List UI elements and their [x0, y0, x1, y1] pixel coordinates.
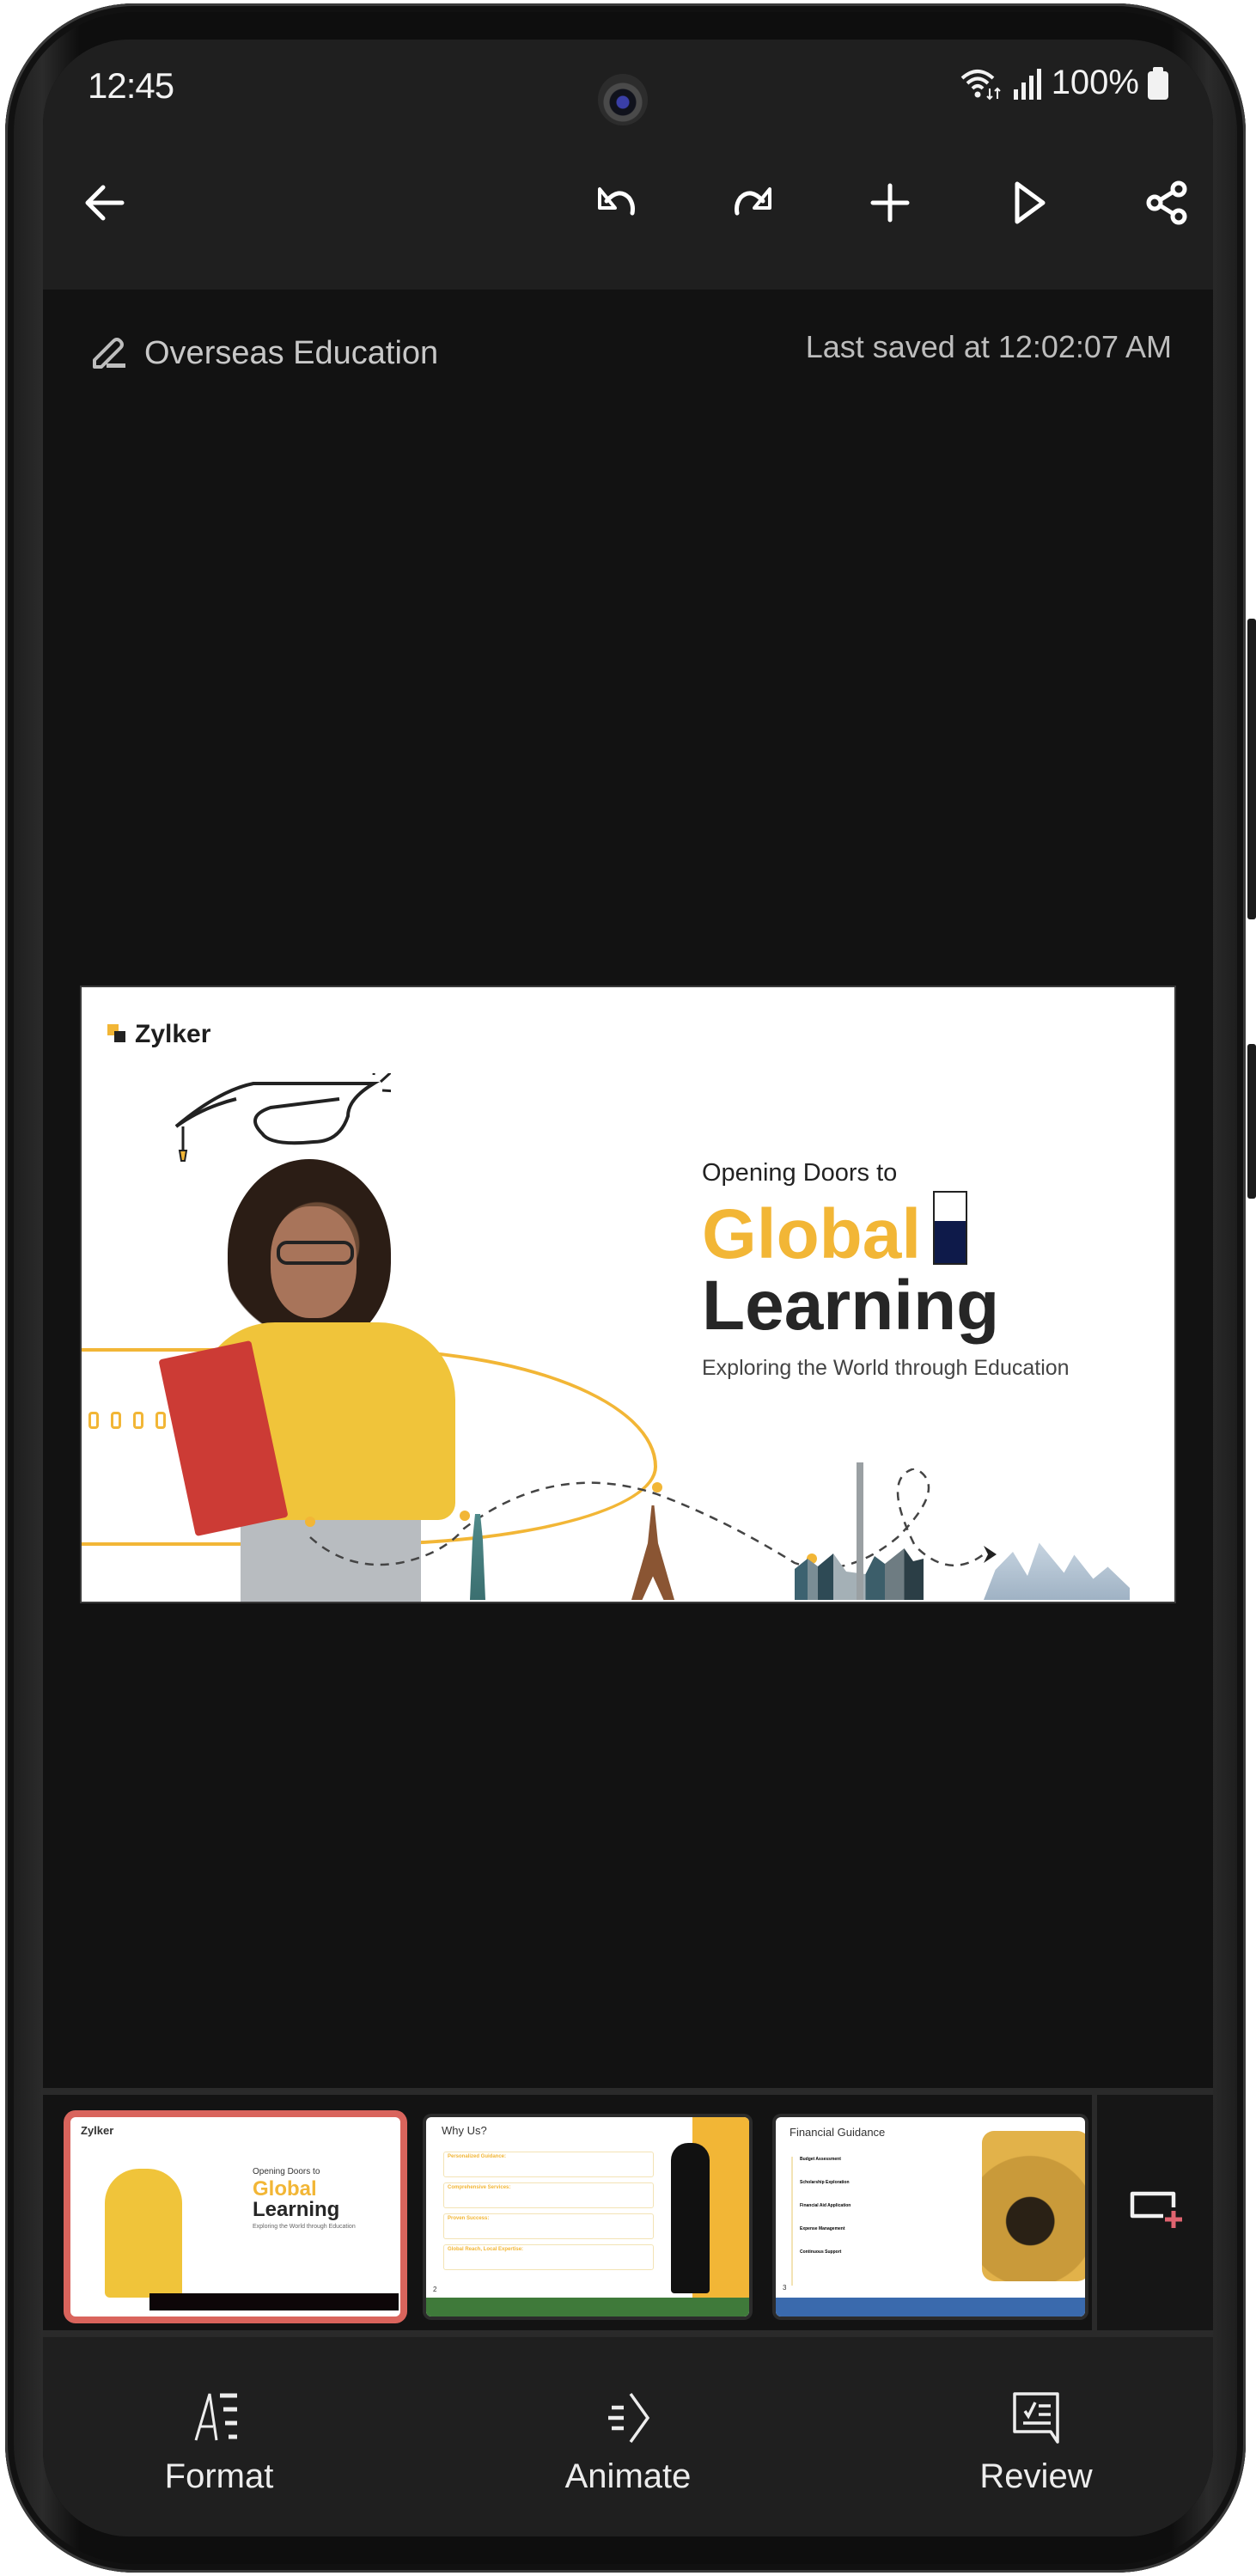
battery-percent: 100%: [1051, 64, 1139, 101]
battery-icon: [1148, 66, 1168, 100]
play-icon: [1015, 181, 1046, 224]
document-title-text: Overseas Education: [144, 334, 439, 371]
status-icons: 100%: [959, 64, 1168, 102]
last-saved-status: Last saved at 12:02:07 AM: [805, 329, 1172, 364]
slide-headline-global: Global: [702, 1191, 1070, 1270]
insert-button[interactable]: [856, 168, 924, 237]
share-icon: [1146, 180, 1187, 225]
zylker-logo-icon: [107, 1024, 128, 1045]
slide-canvas[interactable]: Zylker Opening Doors to Global Learning …: [82, 987, 1174, 1602]
door-globe-image: [933, 1191, 968, 1265]
undo-button[interactable]: [581, 168, 649, 237]
brand-logo: Zylker: [107, 1020, 210, 1049]
volume-button: [1247, 619, 1256, 919]
bottom-toolbar: Format Animate Review: [43, 2337, 1213, 2536]
cellular-signal-icon: [1013, 68, 1041, 100]
format-button[interactable]: Format: [125, 2389, 314, 2496]
add-slide-button[interactable]: [1092, 2095, 1213, 2330]
thumb-kicker: Opening Doors to: [253, 2167, 320, 2176]
screen: 12:45 100% Overseas Education Last saved…: [43, 40, 1213, 2536]
back-button[interactable]: [70, 168, 139, 237]
airplane-icon: [984, 1546, 997, 1563]
document-info-row: Overseas Education Last saved at 12:02:0…: [43, 290, 1213, 393]
thumb-section-heading: Financial Aid Application: [800, 2203, 851, 2208]
thumb-section-heading: Continuous Support: [800, 2249, 842, 2255]
brand-name: Zylker: [135, 1020, 211, 1048]
slide-thumbnail-2[interactable]: Why Us? Personalized Guidance: Comprehen…: [426, 2117, 749, 2317]
thumb-title: Financial Guidance: [790, 2126, 886, 2139]
thumb-title: Why Us?: [442, 2124, 487, 2137]
edit-pencil-icon: [93, 338, 125, 369]
animate-button[interactable]: Animate: [533, 2389, 723, 2496]
thumb-brand: Zylker: [81, 2124, 114, 2137]
front-camera: [598, 74, 648, 125]
thumb-headline-2: Learning: [253, 2198, 340, 2221]
thumb-dark-band: [149, 2293, 399, 2310]
review-comment-icon: [1013, 2392, 1059, 2444]
format-text-icon: [194, 2393, 237, 2441]
thumb-piggy-bank-image: [982, 2131, 1085, 2281]
redo-button[interactable]: [720, 168, 789, 237]
thumb-footer-band: [776, 2298, 1085, 2317]
slide-kicker: Opening Doors to: [702, 1159, 898, 1187]
thumb-section-heading: Scholarship Exploration: [800, 2180, 850, 2185]
slide-thumbnail-1[interactable]: Zylker Opening Doors to Global Learning …: [70, 2117, 400, 2317]
graduation-cap-drawing: [174, 1073, 391, 1162]
thumb-section-heading: Budget Assessment: [800, 2157, 841, 2162]
arrow-left-icon: [85, 185, 125, 221]
slide-thumbnail-3[interactable]: Financial Guidance Budget Assessment Sch…: [776, 2117, 1085, 2317]
add-slide-icon: [1130, 2191, 1182, 2228]
thumb-graduate-image: [671, 2143, 710, 2293]
plus-icon: [870, 183, 910, 223]
phone-device: 12:45 100% Overseas Education Last saved…: [0, 0, 1256, 2576]
thumb-section-heading: Comprehensive Services:: [448, 2185, 511, 2190]
thumb-page-number: 3: [783, 2284, 787, 2292]
slide-subtitle: Exploring the World through Education: [702, 1356, 1070, 1380]
document-title[interactable]: Overseas Education: [88, 333, 438, 374]
redo-icon: [735, 187, 771, 216]
app-header: 12:45 100%: [43, 40, 1213, 290]
thumb-section-heading: Personalized Guidance:: [448, 2154, 507, 2159]
status-time: 12:45: [88, 65, 174, 106]
format-label: Format: [164, 2457, 274, 2495]
share-button[interactable]: [1132, 168, 1201, 237]
slide-headline-learning: Learning: [702, 1267, 1000, 1345]
headline-global-text: Global: [702, 1195, 922, 1273]
thumb-sections: Budget Assessment Scholarship Exploratio…: [791, 2157, 963, 2286]
thumb-footer-band: [426, 2298, 749, 2317]
toronto-skyline-image: [795, 1462, 924, 1600]
animate-icon: [608, 2392, 650, 2444]
thumb-sections: Personalized Guidance: Comprehensive Ser…: [443, 2152, 654, 2285]
undo-icon: [598, 187, 635, 216]
slide-thumbnail-strip[interactable]: Zylker Opening Doors to Global Learning …: [43, 2088, 1213, 2337]
thumb-section-heading: Global Reach, Local Expertise:: [448, 2247, 524, 2252]
review-button[interactable]: Review: [942, 2389, 1131, 2496]
wifi-icon: [960, 69, 1001, 100]
thumb-section-heading: Proven Success:: [448, 2216, 490, 2221]
play-button[interactable]: [995, 168, 1064, 237]
slide-title-block: Opening Doors to Global Learning Explori…: [702, 1159, 1070, 1381]
power-button: [1247, 1044, 1256, 1199]
thumb-student-image: [105, 2169, 182, 2298]
review-label: Review: [979, 2457, 1093, 2495]
thumb-section-heading: Expense Management: [800, 2226, 845, 2231]
thumb-page-number: 2: [433, 2286, 437, 2293]
animate-label: Animate: [564, 2457, 692, 2495]
thumb-subtitle: Exploring the World through Education: [253, 2224, 356, 2230]
